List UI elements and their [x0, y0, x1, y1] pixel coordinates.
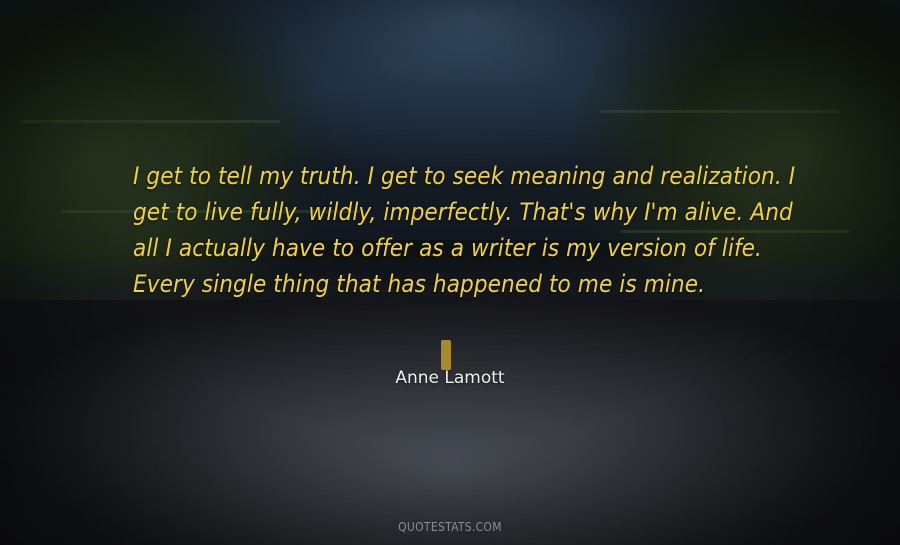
- quote-text: I get to tell my truth. I get to seek me…: [133, 162, 796, 298]
- quote-author: Anne Lamott: [395, 368, 505, 388]
- site-watermark: QUOTESTATS.COM: [398, 520, 502, 534]
